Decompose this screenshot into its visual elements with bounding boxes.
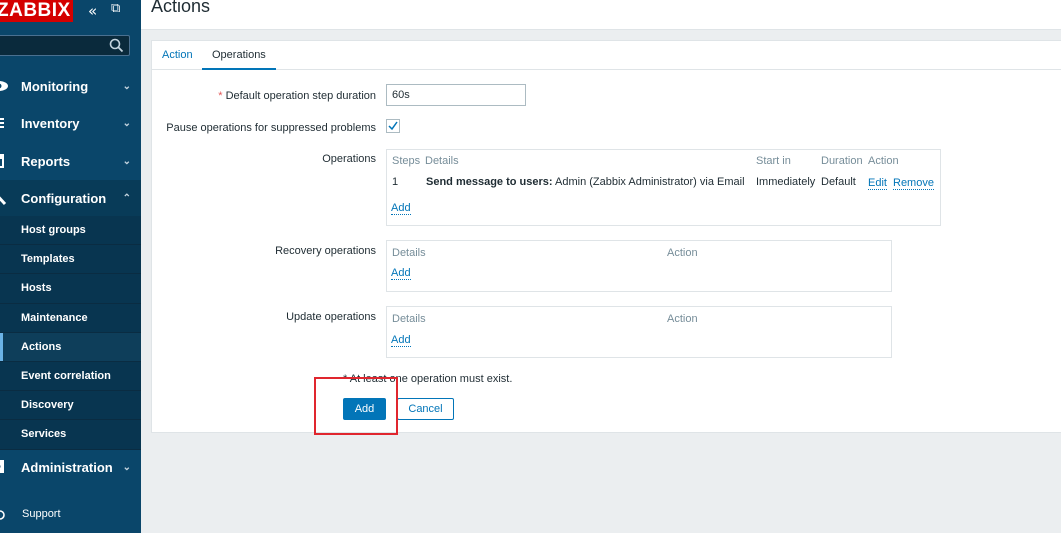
op-details: Send message to users: Admin (Zabbix Adm… [426,176,745,188]
menu-label: Reports [21,154,71,169]
zabbix-logo[interactable]: ZABBIX [0,0,73,22]
header-bar [141,0,1061,30]
menu-label: Monitoring [21,79,89,94]
menu-administration[interactable]: Administration ⌄ [0,449,141,486]
menu-label: Inventory [21,116,80,131]
menu-label: Configuration [21,191,107,206]
pause-checkbox[interactable] [386,119,400,133]
report-icon [0,154,4,168]
chevron-down-icon: ⌄ [122,81,131,92]
submenu-host-groups[interactable]: Host groups [0,216,141,246]
support-icon [0,510,5,520]
duration-label: * Default operation step duration [218,90,376,102]
col-action: Action [667,313,698,325]
cancel-button[interactable]: Cancel [397,398,454,420]
submenu-maintenance[interactable]: Maintenance [0,304,141,333]
menu-reports[interactable]: Reports ⌄ [0,143,141,180]
col-duration: Duration [821,155,863,167]
submenu-hosts[interactable]: Hosts [0,274,141,304]
sidebar: ZABBIX « ⧉ Monitoring ⌄ Inventory ⌄ Repo… [0,0,141,533]
search-input[interactable] [0,35,130,56]
chevron-down-icon: ⌄ [122,462,131,473]
chevron-down-icon: ⌄ [122,118,131,129]
list-icon [0,118,4,128]
submenu-services[interactable]: Services [0,420,141,450]
duration-input[interactable] [386,84,526,106]
col-details: Details [392,313,426,325]
recovery-add-link[interactable]: Add [391,267,411,280]
operations-label: Operations [322,153,376,165]
menu-label: Administration [21,460,113,475]
menu-monitoring[interactable]: Monitoring ⌄ [0,68,141,105]
tab-bar: Action Operations [152,41,1061,70]
kiosk-mode-icon[interactable]: ⧉ [111,1,120,16]
support-link[interactable]: Support [22,508,61,520]
search-icon[interactable] [109,38,124,53]
recovery-table: Details Action Add [386,240,892,292]
col-action: Action [667,247,698,259]
gear-icon [0,460,4,473]
action-form-panel: Action Operations * Default operation st… [151,40,1061,433]
menu-inventory[interactable]: Inventory ⌄ [0,105,141,142]
op-duration: Default [821,176,856,188]
submenu-actions[interactable]: Actions [0,332,141,362]
collapse-sidebar-icon[interactable]: « [88,2,97,20]
highlight-box [314,377,398,435]
operations-add-link[interactable]: Add [391,202,411,215]
required-asterisk: * [218,90,223,102]
col-details: Details [425,155,459,167]
submenu-event-correlation[interactable]: Event correlation [0,362,141,392]
op-edit-link[interactable]: Edit [868,177,887,190]
pause-label: Pause operations for suppressed problems [166,122,376,134]
update-table: Details Action Add [386,306,892,358]
op-start-in: Immediately [756,176,816,188]
chevron-down-icon: ⌄ [122,156,131,167]
recovery-label: Recovery operations [275,245,376,257]
col-steps: Steps [392,155,421,167]
update-add-link[interactable]: Add [391,334,411,347]
op-remove-link[interactable]: Remove [893,177,934,190]
submenu-templates[interactable]: Templates [0,245,141,275]
operations-table: Steps Details Start in Duration Action 1… [386,149,941,226]
wrench-icon [0,196,7,206]
submenu-discovery[interactable]: Discovery [0,391,141,421]
configuration-submenu: Host groups Templates Hosts Maintenance … [0,216,141,450]
update-label: Update operations [286,311,376,323]
chevron-up-icon: ⌃ [122,193,131,204]
tab-action[interactable]: Action [152,41,203,70]
op-step: 1 [392,176,399,188]
col-start-in: Start in [756,155,791,167]
menu-configuration[interactable]: Configuration ⌃ [0,180,141,217]
check-icon [388,121,398,131]
col-action: Action [868,155,899,167]
page-title: Actions [151,0,211,16]
col-details: Details [392,247,426,259]
eye-icon [0,81,8,91]
tab-operations[interactable]: Operations [202,41,276,70]
